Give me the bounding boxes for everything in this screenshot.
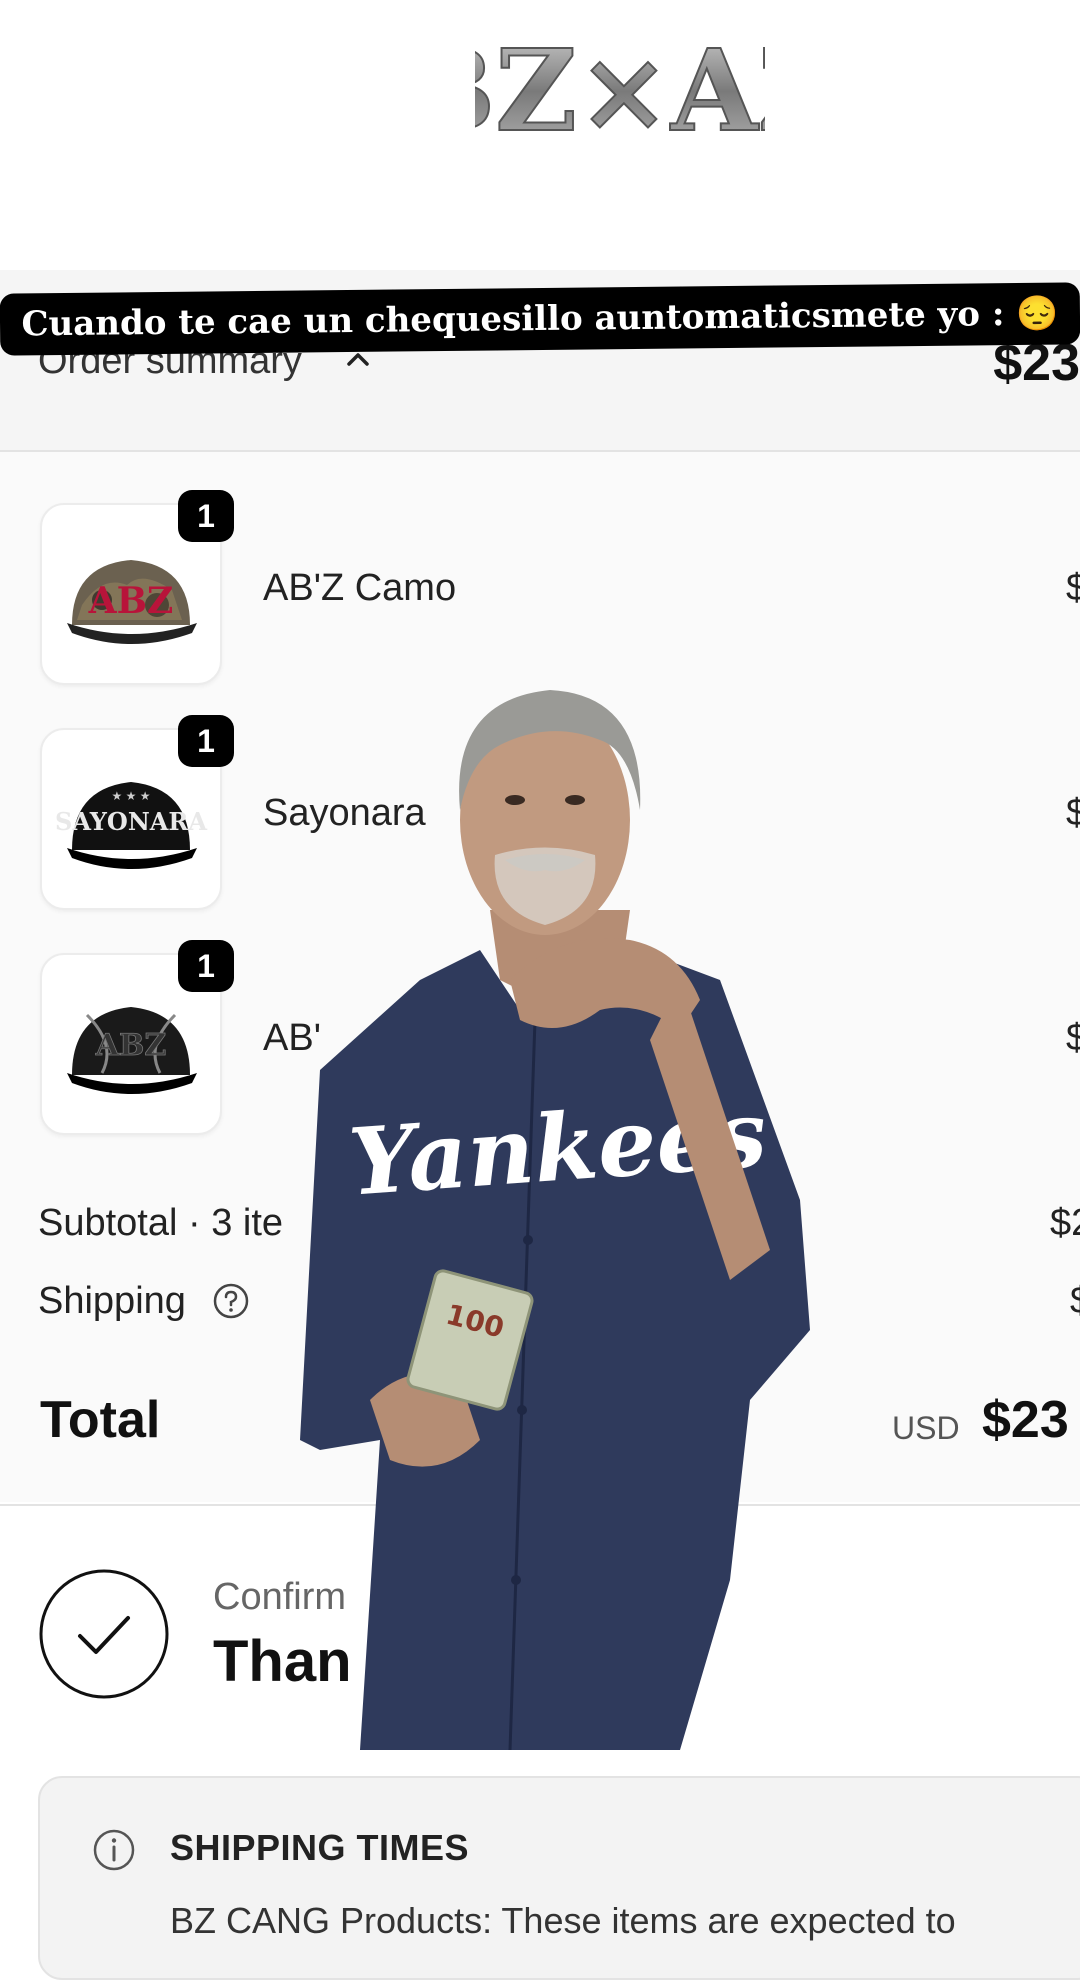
- person-overlay-image: Yankees 100: [300, 690, 810, 1750]
- shipping-times-card: [38, 1776, 1080, 1980]
- svg-text:SAYONARA: SAYONARA: [55, 807, 207, 836]
- total-label: Total: [40, 1391, 161, 1449]
- shipping-label: Shipping: [38, 1280, 186, 1322]
- quantity-badge: 1: [178, 940, 234, 992]
- svg-text:★ ★ ★: ★ ★ ★: [112, 789, 151, 803]
- meme-caption: Cuando te cae un chequesillo auntomatics…: [0, 282, 1080, 356]
- subtotal-value: $2: [1050, 1202, 1080, 1244]
- item-price: $: [1066, 1017, 1080, 1059]
- quantity-badge: 1: [178, 490, 234, 542]
- info-icon: [93, 1829, 135, 1871]
- total-currency: USD: [892, 1410, 960, 1446]
- subtotal-label: Subtotal · 3 ite: [38, 1202, 284, 1244]
- svg-text:ABZ: ABZ: [95, 1028, 167, 1063]
- total-value: $23: [982, 1391, 1069, 1449]
- logo-text: BZ×AZ: [475, 26, 765, 157]
- quantity-badge: 1: [178, 715, 234, 767]
- checkmark-circle-icon: [39, 1569, 169, 1699]
- item-price: $: [1066, 792, 1080, 834]
- shipping-value: $: [1070, 1280, 1080, 1323]
- shipping-times-text: BZ CANG Products: These items are expect…: [170, 1900, 956, 1941]
- item-price: $: [1066, 567, 1080, 609]
- shipping-times-title: SHIPPING TIMES: [170, 1827, 470, 1868]
- store-header: BZ×AZ: [0, 0, 1080, 273]
- help-circle-icon[interactable]: [212, 1282, 250, 1320]
- brand-logo[interactable]: BZ×AZ: [475, 20, 765, 170]
- svg-text:ABZ: ABZ: [88, 580, 174, 622]
- item-name: AB'Z Camo: [263, 567, 457, 609]
